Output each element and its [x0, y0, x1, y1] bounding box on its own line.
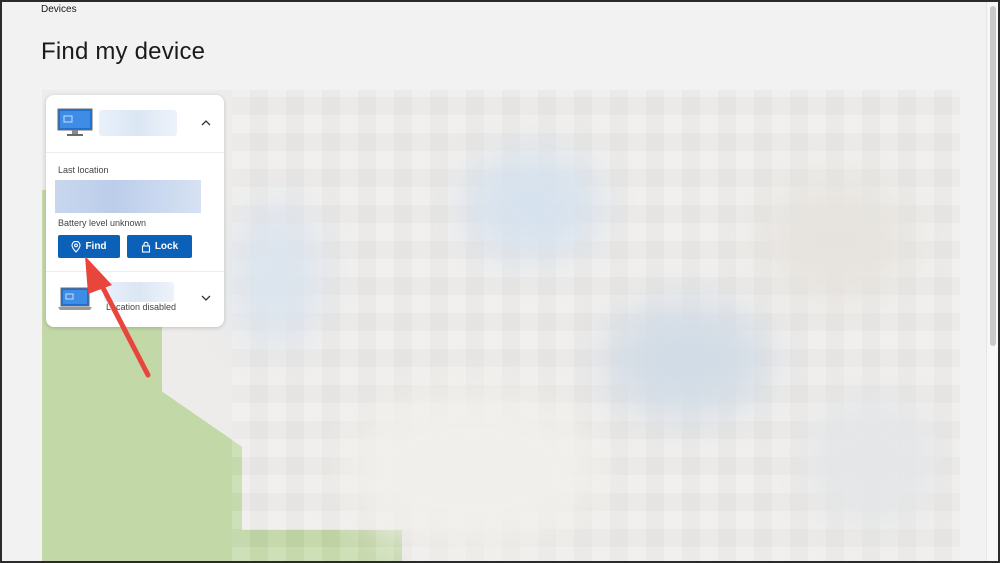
chevron-down-icon[interactable] — [200, 292, 212, 304]
map-blur-patch — [232, 200, 322, 350]
map-blur-patch — [762, 180, 912, 300]
device-list-card: Last location Battery level unknown Find… — [46, 95, 224, 327]
lock-button[interactable]: Lock — [127, 235, 192, 258]
breadcrumb[interactable]: Devices — [41, 4, 77, 15]
laptop-icon — [58, 287, 92, 310]
map-blur-patch — [342, 390, 602, 550]
device-1-header[interactable] — [46, 95, 224, 153]
scrollbar-thumb[interactable] — [990, 6, 996, 346]
location-pin-icon — [71, 240, 81, 253]
map-blur-patch — [802, 390, 942, 530]
find-button-label: Find — [85, 241, 107, 252]
device-2-name-redacted — [104, 282, 174, 302]
device-1-name-redacted — [99, 110, 177, 136]
last-location-redacted — [55, 180, 201, 213]
lock-button-label: Lock — [154, 241, 179, 252]
battery-status: Battery level unknown — [58, 218, 147, 228]
map-blur-patch — [462, 150, 602, 260]
padlock-icon — [141, 241, 150, 253]
find-button[interactable]: Find — [58, 235, 120, 258]
map-blur-patch — [602, 300, 772, 420]
page-scrollbar[interactable] — [986, 2, 998, 561]
device-2-status: Location disabled — [106, 302, 177, 312]
desktop-monitor-icon — [57, 108, 93, 136]
last-location-label: Last location — [58, 165, 109, 175]
page-title: Find my device — [41, 38, 206, 65]
device-2-row[interactable]: Location disabled — [46, 271, 224, 327]
chevron-up-icon[interactable] — [200, 117, 212, 129]
